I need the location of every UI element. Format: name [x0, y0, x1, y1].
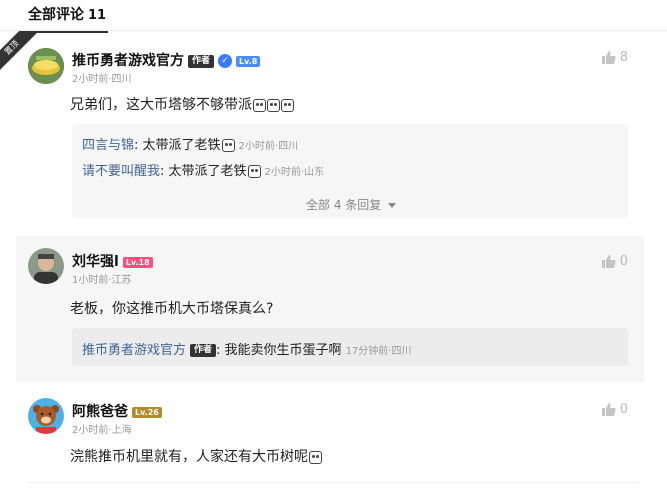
reply-text: 太带派了老铁 — [142, 138, 221, 153]
reply-list: 推币勇者游戏官方 作者: 我能卖你生币蛋子啊 17分钟前·四川 — [72, 328, 628, 366]
comment-text: 浣熊推币机里就有，人家还有大币树呢 — [70, 446, 322, 466]
username-text[interactable]: 阿熊爸爸 — [72, 404, 128, 420]
comment-text-content: 兄弟们，这大币塔够不够带派 — [70, 97, 252, 113]
view-all-replies-label[interactable]: 全部 4 条回复 — [306, 198, 381, 212]
reply-list: 四言与锦: 太带派了老铁 2小时前·四川 请不要叫醒我: 太带派了老铁 2小时前·山… — [72, 124, 628, 218]
like-button[interactable]: 8 — [601, 50, 628, 65]
emoji-icon — [309, 450, 322, 464]
username-text[interactable]: 刘华强l — [72, 254, 119, 270]
reply-text: 我能卖你生币蛋子啊 — [224, 343, 342, 358]
avatar[interactable] — [28, 248, 64, 284]
like-count: 0 — [619, 402, 628, 417]
comment-time: 2小时前·四川 — [72, 74, 132, 85]
comment-text: 兄弟们，这大币塔够不够带派 — [70, 94, 294, 114]
reply-username[interactable]: 推币勇者游戏官方 — [82, 343, 186, 358]
like-count: 8 — [619, 50, 628, 65]
comments-header: 全部评论 11 — [28, 4, 108, 33]
thumbs-up-icon — [601, 255, 616, 268]
chevron-down-icon — [388, 202, 397, 208]
username-text[interactable]: 推币勇者游戏官方 — [72, 53, 184, 69]
like-count: 0 — [619, 254, 628, 269]
comments-count: 11 — [88, 8, 107, 23]
level-badge: Lv.26 — [132, 406, 162, 418]
username[interactable]: 阿熊爸爸 Lv.26 — [72, 401, 162, 421]
emoji-icon — [281, 98, 294, 112]
comment-item: 推币勇者游戏官方 作者 ✓ Lv.8 2小时前·四川 8 兄弟们，这大币塔够不够带派 … — [16, 38, 644, 224]
thumbs-up-icon — [601, 51, 616, 64]
comment-item: 刘华强l Lv.18 1小时前·江苏 0 老板，你这推币机大币塔保真么? 推币勇者… — [16, 236, 644, 382]
comments-title: 全部评论 — [28, 7, 84, 23]
reply-time: 2小时前·山东 — [264, 167, 325, 178]
like-button[interactable]: 0 — [601, 254, 628, 269]
comment-time: 1小时前·江苏 — [72, 275, 132, 286]
reply-text: 太带派了老铁 — [168, 164, 247, 179]
author-badge: 作者 — [190, 344, 217, 357]
emoji-icon — [267, 98, 280, 112]
level-badge: Lv.8 — [236, 55, 261, 67]
emoji-icon — [253, 98, 266, 112]
verified-icon: ✓ — [218, 54, 233, 68]
bear-avatar-icon — [28, 398, 64, 434]
thumbs-up-icon — [601, 403, 616, 416]
reply-item: 请不要叫醒我: 太带派了老铁 2小时前·山东 — [82, 164, 325, 179]
author-badge: 作者 — [188, 54, 215, 68]
comment-text: 老板，你这推币机大币塔保真么? — [70, 301, 274, 317]
comment-text-content: 浣熊推币机里就有，人家还有大币树呢 — [70, 449, 308, 465]
emoji-icon — [247, 165, 261, 178]
emoji-icon — [221, 139, 235, 152]
reply-time: 2小时前·四川 — [238, 141, 299, 152]
header-divider — [0, 30, 667, 31]
comment-item: 阿熊爸爸 Lv.26 2小时前·上海 0 浣熊推币机里就有，人家还有大币树呢 — [16, 392, 644, 492]
comment-time: 2小时前·上海 — [72, 425, 132, 436]
avatar[interactable] — [28, 398, 64, 434]
username[interactable]: 推币勇者游戏官方 作者 ✓ Lv.8 — [72, 50, 261, 70]
reply-item: 四言与锦: 太带派了老铁 2小时前·四川 — [82, 138, 299, 153]
like-button[interactable]: 0 — [601, 402, 628, 417]
person-avatar-icon — [28, 248, 64, 284]
avatar[interactable] — [28, 48, 64, 84]
coin-avatar-icon — [28, 48, 64, 84]
view-all-replies-button[interactable]: 全部 4 条回复 — [306, 196, 397, 213]
reply-username[interactable]: 请不要叫醒我 — [82, 164, 160, 179]
reply-time: 17分钟前·四川 — [345, 346, 412, 357]
username[interactable]: 刘华强l Lv.18 — [72, 251, 153, 271]
reply-username[interactable]: 四言与锦 — [82, 138, 134, 153]
comment-divider — [28, 482, 639, 483]
reply-item: 推币勇者游戏官方 作者: 我能卖你生币蛋子啊 17分钟前·四川 — [82, 343, 412, 358]
level-badge: Lv.18 — [122, 256, 153, 268]
